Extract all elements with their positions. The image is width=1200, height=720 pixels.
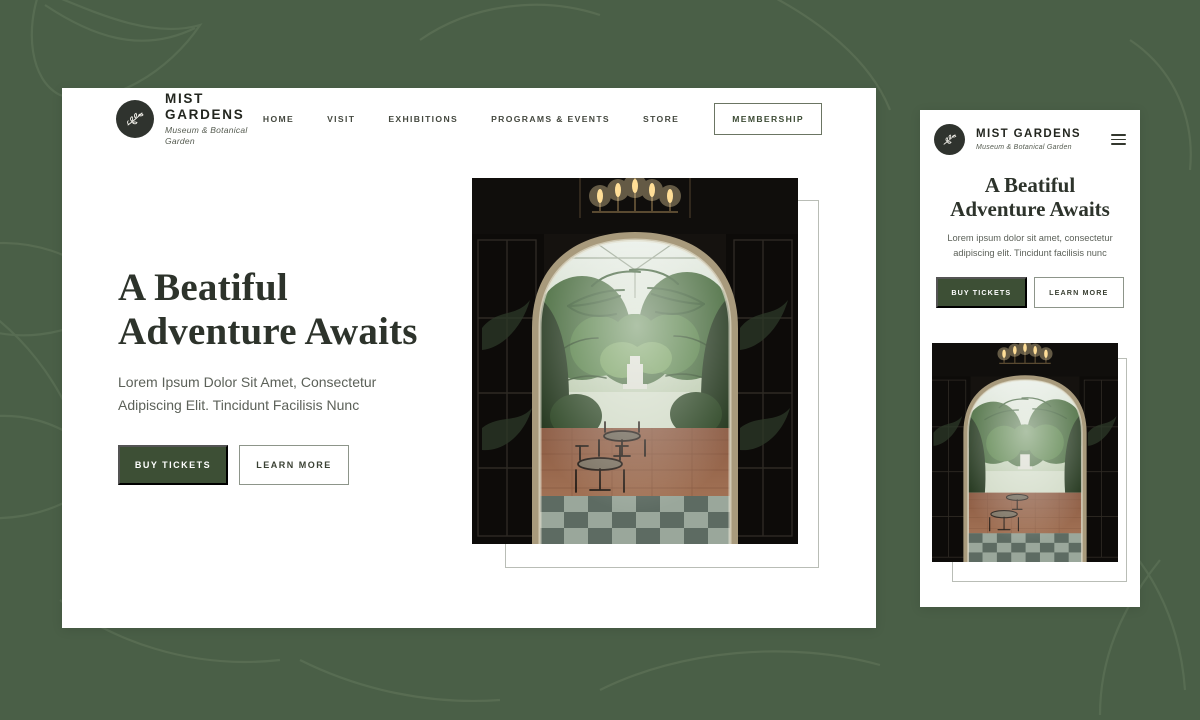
- hero-title-line-2: Adventure Awaits: [118, 309, 418, 353]
- hamburger-line: [1111, 134, 1126, 136]
- nav-item-home[interactable]: HOME: [263, 114, 294, 124]
- desktop-hero-image: [472, 178, 798, 544]
- botanical-sprig-icon: [116, 100, 154, 138]
- nav-item-exhibitions[interactable]: EXHIBITIONS: [388, 114, 458, 124]
- botanical-sprig-icon: [934, 124, 965, 155]
- mobile-hero-image: [932, 343, 1118, 562]
- learn-more-button[interactable]: LEARN MORE: [239, 444, 349, 485]
- primary-navigation: HOME VISIT EXHIBITIONS PROGRAMS & EVENTS…: [263, 103, 822, 135]
- buy-tickets-button[interactable]: BUY TICKETS: [118, 444, 228, 485]
- mobile-brand-name: MIST GARDENS: [976, 128, 1081, 141]
- mobile-learn-more-button[interactable]: LEARN MORE: [1033, 277, 1124, 309]
- mobile-hero-title-line-2: Adventure Awaits: [950, 197, 1110, 222]
- brand-tagline: Museum & Botanical Garden: [165, 125, 248, 147]
- hamburger-line: [1111, 138, 1126, 141]
- mobile-hero-button-group: BUY TICKETS LEARN MORE: [936, 277, 1124, 309]
- mobile-hero-copy: A Beatiful Adventure Awaits Lorem ipsum …: [920, 155, 1140, 309]
- nav-item-visit[interactable]: VISIT: [327, 114, 355, 124]
- mobile-hero-subtitle: Lorem ipsum dolor sit amet, consectetur …: [947, 233, 1113, 259]
- hero-subtitle: Lorem Ipsum Dolor Sit Amet, Consectetur …: [118, 374, 377, 414]
- hamburger-menu-icon[interactable]: [1111, 134, 1126, 145]
- mobile-page-title: A Beatiful Adventure Awaits: [936, 173, 1124, 221]
- nav-item-programs-events[interactable]: PROGRAMS & EVENTS: [491, 114, 610, 124]
- brand-logo[interactable]: MIST GARDENS Museum & Botanical Garden: [116, 91, 263, 148]
- hero-title-line-1: A Beatiful: [118, 266, 288, 309]
- hero-button-group: BUY TICKETS LEARN MORE: [118, 444, 478, 485]
- hamburger-line: [1111, 143, 1126, 145]
- brand-name: MIST GARDENS: [165, 90, 245, 123]
- mobile-brand-tagline: Museum & Botanical Garden: [976, 143, 1072, 151]
- mobile-site-header: MIST GARDENS Museum & Botanical Garden: [920, 110, 1140, 155]
- page-title: A Beatiful Adventure Awaits: [118, 266, 478, 353]
- desktop-site-header: MIST GARDENS Museum & Botanical Garden H…: [62, 88, 876, 150]
- mobile-hero-title-line-1: A Beatiful: [984, 173, 1076, 197]
- mobile-brand-logo[interactable]: MIST GARDENS Museum & Botanical Garden: [934, 124, 1081, 155]
- nav-item-store[interactable]: STORE: [643, 114, 679, 124]
- mobile-buy-tickets-button[interactable]: BUY TICKETS: [936, 277, 1027, 309]
- membership-button[interactable]: MEMBERSHIP: [714, 103, 822, 135]
- desktop-hero-copy: A Beatiful Adventure Awaits Lorem Ipsum …: [118, 266, 478, 485]
